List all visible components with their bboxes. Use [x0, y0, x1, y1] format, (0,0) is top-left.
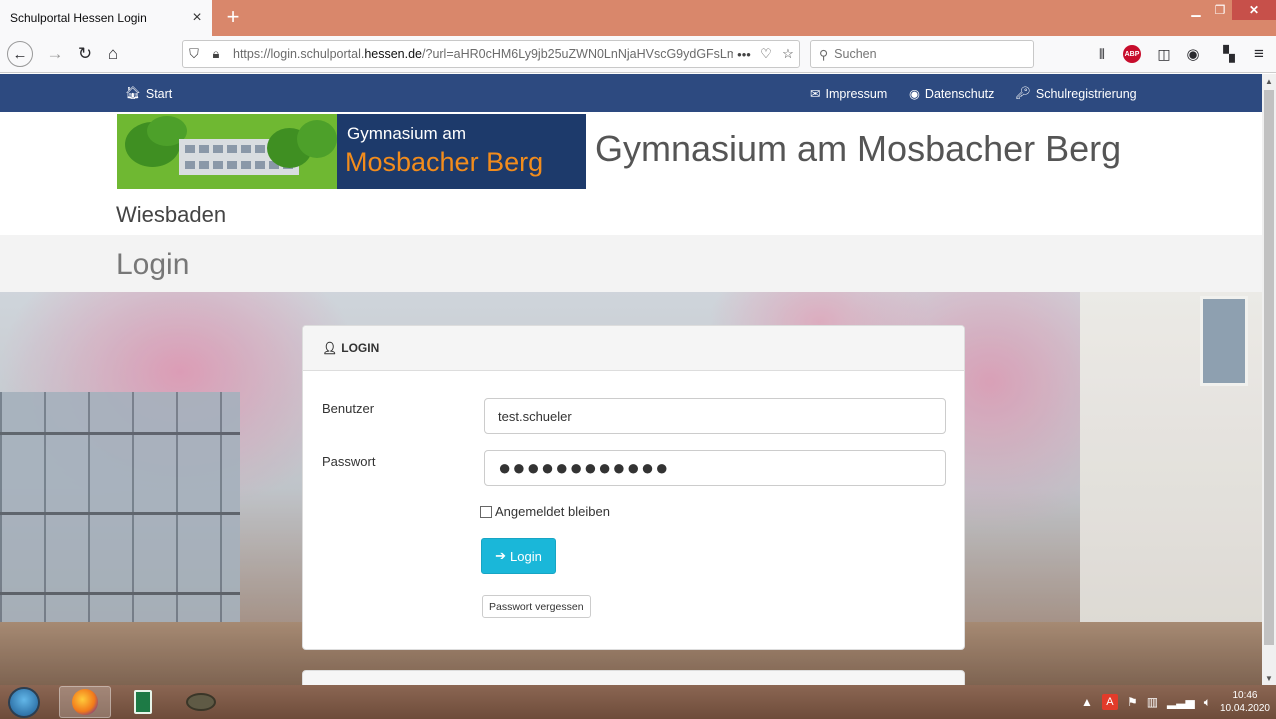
nav-impressum-label: Impressum	[825, 86, 888, 101]
nav-datenschutz-label: Datenschutz	[924, 86, 995, 101]
firefox-icon	[72, 689, 98, 715]
user-icon: 👤︎	[322, 341, 338, 355]
spreadsheet-icon	[134, 690, 152, 714]
logo-text-line2: Mosbacher Berg	[345, 147, 544, 177]
site-navbar: 🏠︎ Start ✉ Impressum ◉ Datenschutz 🔑︎ Sc…	[0, 74, 1262, 112]
lock-icon[interactable]: 🔒︎	[205, 46, 227, 62]
envelope-icon: ✉	[810, 87, 821, 101]
taskbar-calc[interactable]	[117, 686, 169, 718]
login-panel-title: LOGIN	[341, 341, 380, 355]
school-city: Wiesbaden	[116, 202, 227, 227]
library-icon[interactable]: ⫴	[1089, 41, 1115, 67]
login-panel: 👤︎ LOGIN Benutzer Passwort ●●●●●●●●●●●● …	[302, 325, 965, 650]
tab-title: Schulportal Hessen Login	[10, 11, 147, 25]
page-title-bar: Login	[0, 235, 1262, 292]
nav-datenschutz[interactable]: ◉ Datenschutz	[909, 86, 995, 102]
bookmark-star-icon[interactable]: ☆	[777, 46, 799, 62]
forward-icon[interactable]: →	[42, 41, 68, 67]
login-panel-header: 👤︎ LOGIN	[303, 326, 964, 371]
taskbar-gimp[interactable]	[175, 686, 227, 718]
search-icon: ⚲	[819, 47, 829, 62]
eye-icon: ◉	[909, 87, 920, 101]
school-logo: Gymnasium am Mosbacher Berg	[117, 114, 586, 189]
search-input[interactable]	[834, 47, 1033, 61]
minimize-icon[interactable]: ▁	[1184, 0, 1208, 20]
login-button[interactable]: ➔ Login	[481, 538, 556, 574]
username-input[interactable]	[484, 398, 946, 434]
secondary-panel	[302, 670, 965, 685]
school-name: Gymnasium am Mosbacher Berg	[595, 128, 1122, 169]
volume-icon[interactable]: 🔈︎	[1204, 695, 1211, 710]
pocket-icon[interactable]: ♡	[755, 46, 777, 62]
tab-close-icon[interactable]: ×	[186, 7, 208, 29]
tray-expand-icon[interactable]: ▲	[1081, 695, 1093, 709]
nav-schulregistrierung-label: Schulregistrierung	[1035, 86, 1137, 101]
search-bar[interactable]: ⚲	[810, 40, 1034, 68]
start-button[interactable]	[8, 687, 40, 718]
account-icon[interactable]: ◉	[1180, 41, 1206, 67]
scroll-down-icon[interactable]: ▼	[1262, 671, 1276, 685]
nav-impressum[interactable]: ✉ Impressum	[810, 86, 888, 102]
clock-date: 10.04.2020	[1219, 703, 1270, 714]
logo-text-line1: Gymnasium am	[347, 124, 467, 143]
nav-start-label: Start	[145, 86, 173, 101]
key-icon: 🔑︎	[1015, 86, 1031, 100]
reload-icon[interactable]: ↻	[72, 41, 98, 67]
more-icon[interactable]: •••	[733, 47, 755, 62]
new-tab-button[interactable]: +	[220, 4, 246, 30]
scroll-up-icon[interactable]: ▲	[1262, 74, 1276, 88]
signal-icon[interactable]: ▂▃▅	[1167, 695, 1195, 709]
clock-time: 10:46	[1232, 690, 1258, 701]
page-title: Login	[116, 248, 190, 281]
restore-icon[interactable]: ❐	[1208, 0, 1232, 20]
url-bar[interactable]: ⛉ 🔒︎ https://login.schulportal.hessen.de…	[182, 40, 800, 68]
home-icon: 🏠︎	[125, 86, 141, 100]
acrobat-icon[interactable]: A	[1101, 694, 1118, 710]
menu-icon[interactable]: ≡	[1246, 41, 1272, 67]
shield-icon[interactable]: ⛉	[183, 46, 205, 62]
action-center-icon[interactable]: ⚑	[1127, 695, 1138, 709]
network-icon[interactable]: ▥	[1147, 695, 1158, 709]
clock[interactable]: 10:46 10.04.2020	[1220, 689, 1270, 715]
browser-toolbar: ← → ↻ ⌂ ⛉ 🔒︎ https://login.schulportal.h…	[0, 36, 1276, 73]
back-icon[interactable]: ←	[7, 41, 33, 67]
home-icon[interactable]: ⌂	[100, 41, 126, 67]
browser-tab[interactable]: Schulportal Hessen Login ×	[0, 0, 212, 36]
sign-in-icon: ➔	[495, 548, 507, 563]
browser-tab-bar: Schulportal Hessen Login × + ▁ ❐ ✕	[0, 0, 1276, 36]
system-tray: ▲ A ⚑ ▥ ▂▃▅ 🔈︎ 10:46 10.04.2020	[1081, 685, 1276, 719]
page-scrollbar[interactable]: ▲ ▼	[1262, 74, 1276, 685]
password-input[interactable]: ●●●●●●●●●●●●	[484, 450, 946, 486]
nav-start[interactable]: 🏠︎ Start	[125, 86, 172, 101]
remember-me[interactable]: Angemeldet bleiben	[480, 504, 610, 519]
url-text[interactable]: https://login.schulportal.hessen.de/?url…	[233, 47, 733, 61]
remember-label: Angemeldet bleiben	[495, 504, 610, 519]
forgot-password-button[interactable]: Passwort vergessen	[482, 595, 591, 618]
username-label: Benutzer	[322, 401, 375, 416]
nav-schulregistrierung[interactable]: 🔑︎ Schulregistrierung	[1015, 86, 1137, 101]
taskbar: ▲ A ⚑ ▥ ▂▃▅ 🔈︎ 10:46 10.04.2020	[0, 685, 1276, 719]
password-label: Passwort	[322, 454, 376, 469]
window-close-icon[interactable]: ✕	[1232, 0, 1276, 20]
remember-checkbox[interactable]	[480, 505, 492, 518]
sidebar-icon[interactable]: ◫	[1151, 41, 1177, 67]
extension-icon[interactable]: ▚	[1216, 41, 1242, 67]
window-controls: ▁ ❐ ✕	[1184, 0, 1276, 22]
login-button-label: Login	[510, 548, 542, 564]
scroll-thumb[interactable]	[1264, 90, 1274, 645]
taskbar-firefox[interactable]	[59, 686, 111, 718]
adblock-icon[interactable]: ABP	[1119, 41, 1145, 67]
gimp-icon	[186, 693, 216, 711]
page-content: 🏠︎ Start ✉ Impressum ◉ Datenschutz 🔑︎ Sc…	[0, 74, 1262, 685]
